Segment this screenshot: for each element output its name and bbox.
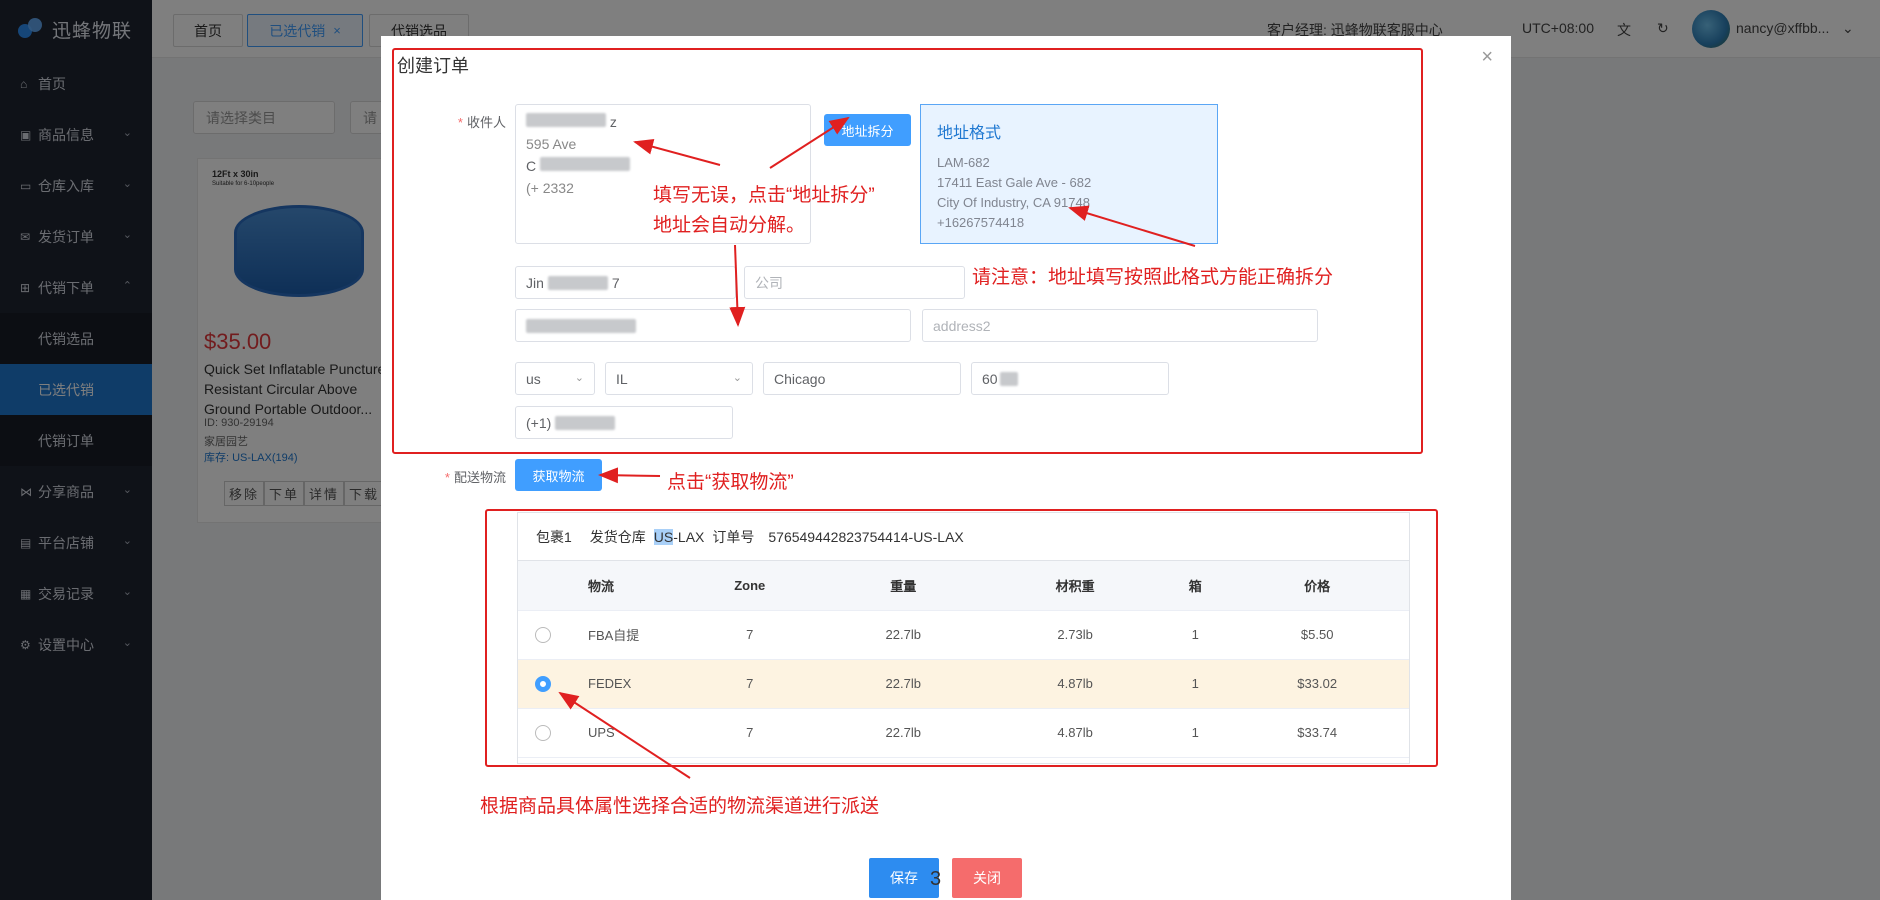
arrow-to-format-box bbox=[1068, 205, 1196, 247]
page-number: 3 bbox=[930, 868, 942, 890]
arrow-to-shipping-button bbox=[598, 467, 661, 484]
arrow-to-fields bbox=[729, 244, 746, 327]
arrow-to-split-button bbox=[769, 116, 850, 169]
arrow-to-textarea bbox=[633, 138, 721, 166]
annotation-arrows bbox=[558, 116, 1196, 779]
arrow-to-fedex bbox=[558, 691, 691, 779]
